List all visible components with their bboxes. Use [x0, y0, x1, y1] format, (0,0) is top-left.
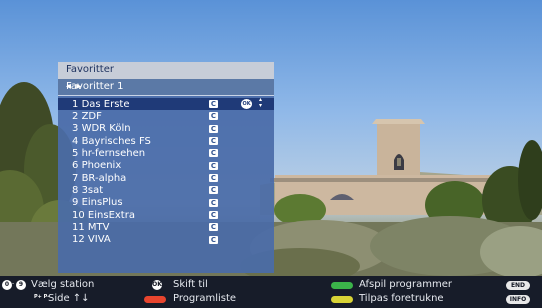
digit-0-icon: 0: [2, 280, 12, 290]
crypto-badge-icon: C: [209, 100, 218, 108]
channel-row[interactable]: 3 WDR Köln C: [58, 123, 274, 135]
channel-label: MTV: [87, 221, 110, 233]
channel-name: 9 EinsPlus: [72, 197, 123, 208]
channel-label: hr-fernsehen: [81, 147, 146, 159]
channel-label: Bayrisches FS: [81, 135, 151, 147]
favorites-list-selector[interactable]: Favoritter 1 ◂ ▸: [58, 79, 274, 96]
crypto-badge-icon: C: [209, 223, 218, 232]
channel-label: EinsPlus: [81, 197, 123, 209]
yellow-key-icon: [331, 296, 353, 303]
channel-name: 6 Phoenix: [72, 160, 121, 171]
crypto-badge-icon: C: [209, 211, 218, 220]
red-key-icon: [144, 296, 166, 303]
channel-label: Das Erste: [81, 98, 130, 110]
help-choose-station: Vælg station: [31, 279, 95, 290]
crypto-badge-icon: C: [209, 235, 218, 244]
channel-row[interactable]: 10 EinsExtra C: [58, 209, 274, 221]
crypto-badge-icon: C: [209, 186, 218, 195]
help-adjust-favorites: Tilpas foretrukne: [359, 293, 444, 304]
crypto-badge-icon: C: [209, 124, 218, 133]
channel-number: 5: [72, 147, 79, 159]
channel-row[interactable]: 1 Das Erste C OK ▴ ▾: [58, 96, 274, 111]
crypto-badge-icon: C: [209, 112, 218, 121]
channel-name: 2 ZDF: [72, 111, 102, 122]
channel-row[interactable]: 11 MTV C: [58, 221, 274, 233]
ok-key-icon: OK: [152, 280, 162, 290]
channel-number: 9: [72, 197, 79, 209]
range-dash: -: [12, 280, 15, 287]
channel-name: 4 Bayrisches FS: [72, 136, 151, 147]
channel-row[interactable]: 12 VIVA C: [58, 234, 274, 246]
digit-9-icon: 9: [16, 280, 26, 290]
ok-button-icon: OK: [241, 99, 252, 109]
green-key-icon: [331, 282, 353, 289]
church-bell-tower: [377, 122, 420, 180]
channel-number: 6: [72, 160, 79, 172]
end-key-icon: END: [506, 281, 530, 290]
channel-label: ZDF: [81, 110, 102, 122]
favorites-title-bar: Favoritter: [58, 62, 274, 79]
channel-name: 1 Das Erste: [72, 99, 130, 110]
help-play-programs: Afspil programmer: [359, 279, 452, 290]
crypto-badge-icon: C: [209, 161, 218, 170]
channel-row[interactable]: 7 BR-alpha C: [58, 172, 274, 184]
channel-number: 1: [72, 98, 79, 110]
crypto-badge-icon: C: [209, 137, 218, 146]
channel-list: 1 Das Erste C OK ▴ ▾ 2 ZDF C 3 WDR Köln C 4 Bayri…: [58, 96, 274, 246]
channel-name: 11 MTV: [72, 222, 110, 233]
channel-number: 7: [72, 172, 79, 184]
channel-row[interactable]: 9 EinsPlus C: [58, 197, 274, 209]
crypto-badge-icon: C: [209, 198, 218, 207]
channel-name: 5 hr-fernsehen: [72, 148, 145, 159]
help-program-list: Programliste: [173, 293, 237, 304]
help-switch-to: Skift til: [173, 279, 208, 290]
left-right-arrows-icon[interactable]: ◂ ▸: [66, 81, 264, 92]
channel-name: 7 BR-alpha: [72, 173, 126, 184]
channel-row[interactable]: 2 ZDF C: [58, 110, 274, 122]
channel-name: 8 3sat: [72, 185, 103, 196]
channel-number: 8: [72, 184, 79, 196]
channel-number: 11: [72, 221, 85, 233]
channel-number: 2: [72, 110, 79, 122]
channel-label: WDR Köln: [81, 123, 131, 135]
channel-name: 10 EinsExtra: [72, 210, 135, 221]
channel-label: Phoenix: [81, 160, 122, 172]
channel-label: VIVA: [87, 234, 111, 246]
crypto-badge-icon: C: [209, 174, 218, 183]
channel-label: EinsExtra: [87, 209, 135, 221]
favorites-title: Favoritter: [66, 64, 114, 75]
key-help-bar: 0 - 9 Vælg station P+ P– Side ↑↓ OK Skif…: [0, 276, 542, 308]
channel-label: 3sat: [81, 184, 104, 196]
crypto-badge-icon: C: [209, 149, 218, 158]
channel-row[interactable]: 6 Phoenix C: [58, 160, 274, 172]
channel-name: 12 VIVA: [72, 234, 111, 245]
help-page: Side ↑↓: [48, 293, 90, 304]
channel-number: 12: [72, 234, 85, 246]
channel-label: BR-alpha: [81, 172, 127, 184]
channel-row[interactable]: 8 3sat C: [58, 184, 274, 196]
channel-number: 4: [72, 135, 79, 147]
up-down-arrows-icon: ▴ ▾: [259, 96, 263, 109]
channel-row[interactable]: 4 Bayrisches FS C: [58, 135, 274, 147]
channel-number: 3: [72, 123, 79, 135]
tv-screen: Favoritter Favoritter 1 ◂ ▸ 1 Das Erste C…: [0, 0, 542, 308]
info-key-icon: INFO: [506, 295, 530, 304]
favorites-panel: Favoritter Favoritter 1 ◂ ▸ 1 Das Erste C…: [58, 62, 274, 273]
channel-row[interactable]: 5 hr-fernsehen C: [58, 147, 274, 159]
channel-name: 3 WDR Köln: [72, 123, 131, 134]
channel-number: 10: [72, 209, 85, 221]
